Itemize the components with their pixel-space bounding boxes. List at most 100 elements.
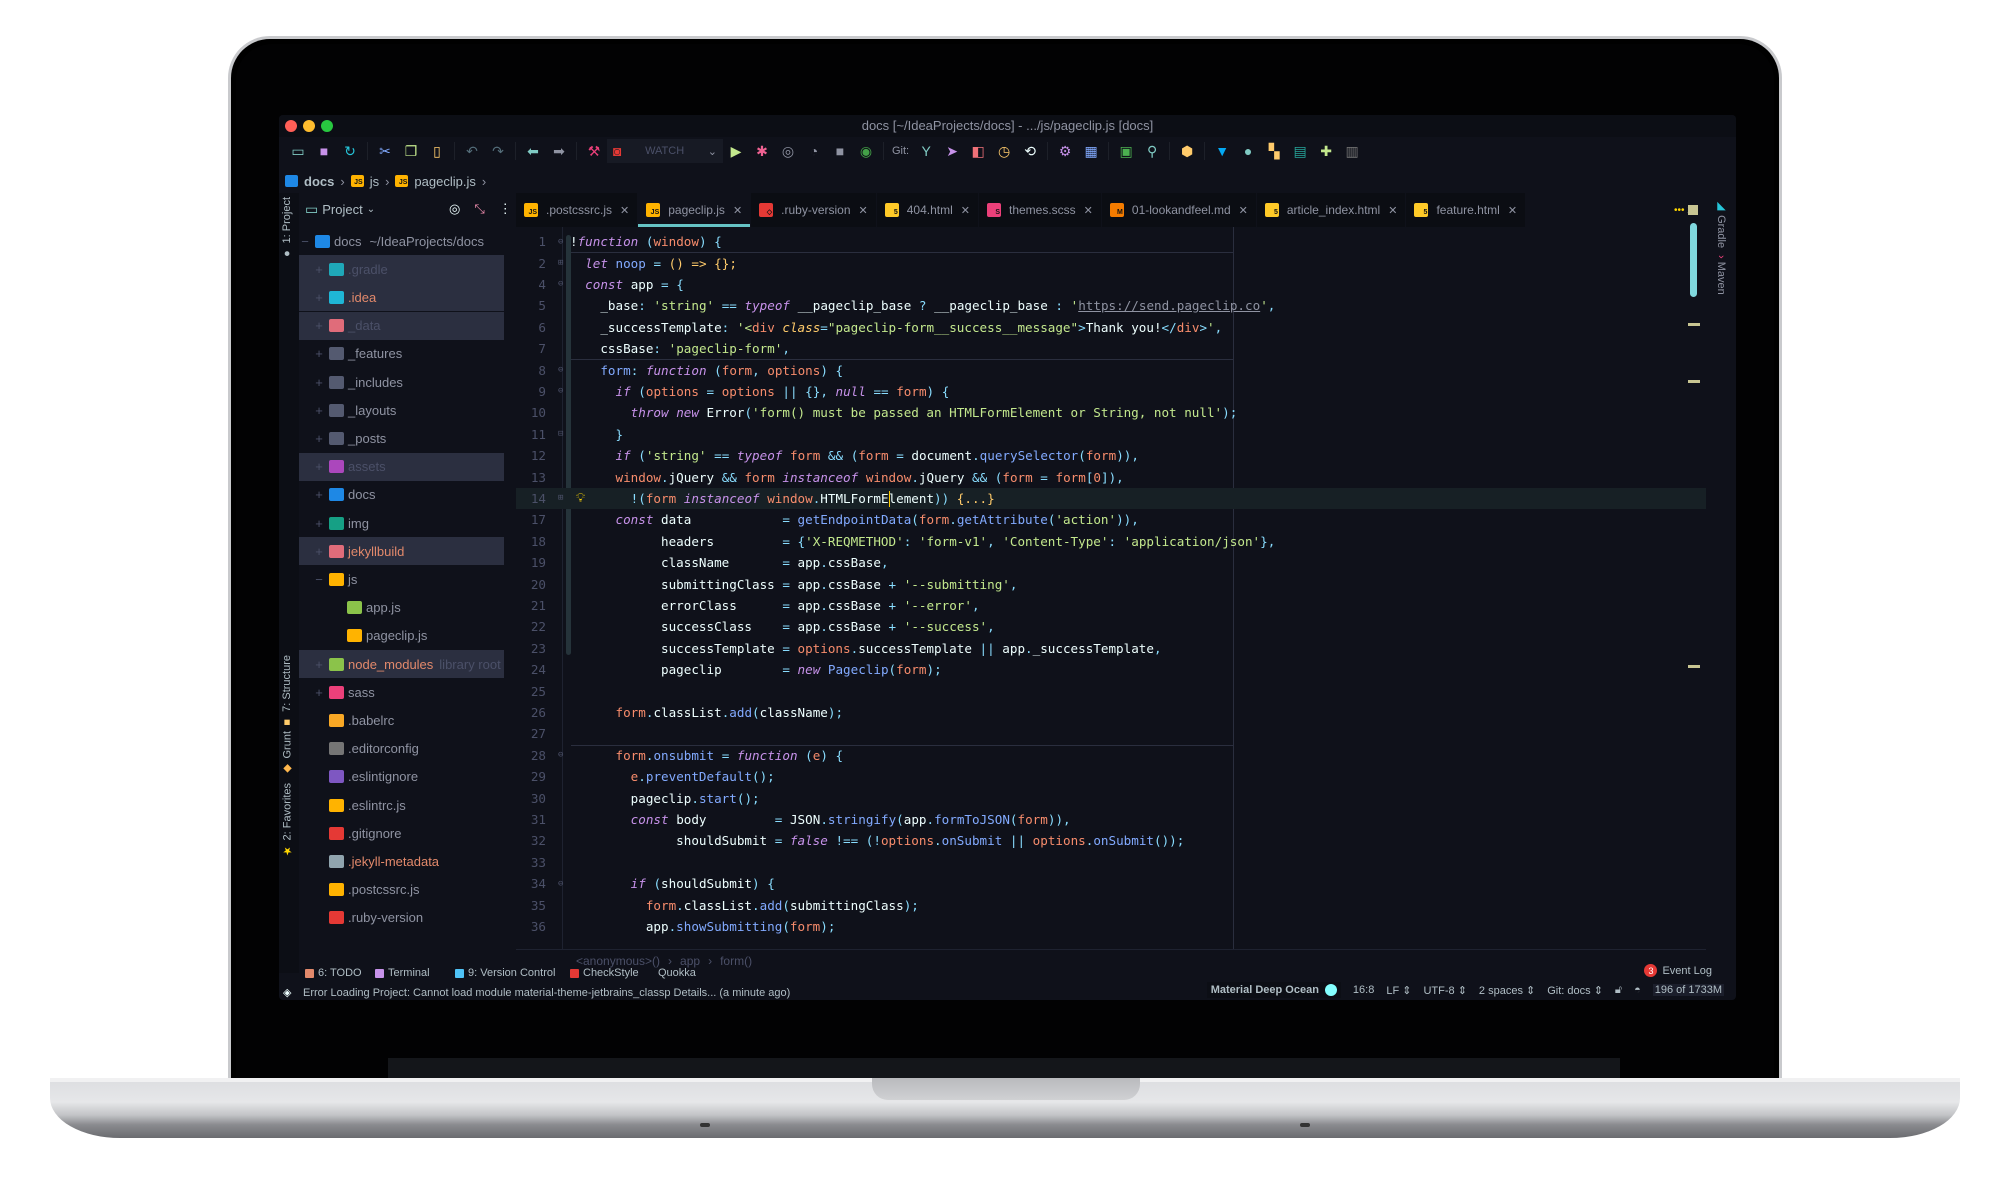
- expand-icon[interactable]: +: [313, 262, 325, 277]
- breadcrumb-item[interactable]: js: [370, 174, 379, 189]
- code-line[interactable]: 4 ⊖ const app = {: [516, 274, 1706, 295]
- warning-marker[interactable]: [1688, 323, 1700, 326]
- close-tab-icon[interactable]: ✕: [961, 204, 970, 217]
- theme-indicator[interactable]: Material Deep Ocean: [1206, 982, 1341, 998]
- inspection-status-icon[interactable]: [1688, 205, 1698, 215]
- vcs-update-icon[interactable]: Y: [913, 140, 939, 162]
- warning-marker[interactable]: [1688, 380, 1700, 383]
- run-icon[interactable]: ▶: [723, 140, 749, 162]
- tool-tab-project[interactable]: ● 1: Project: [281, 197, 293, 259]
- fold-marker-icon[interactable]: ⊖: [558, 237, 563, 247]
- tool-tab-structure[interactable]: ■ 7: Structure: [281, 655, 293, 728]
- fold-marker-icon[interactable]: ⊖: [558, 279, 563, 289]
- expand-icon[interactable]: +: [313, 431, 325, 446]
- indent-select[interactable]: 2 spaces ⇕: [1479, 984, 1535, 997]
- code-crumb-item[interactable]: <anonymous>(): [576, 954, 660, 968]
- close-tab-icon[interactable]: ✕: [1239, 204, 1248, 217]
- code-line[interactable]: 35 form.classList.add(submittingClass);: [516, 894, 1706, 915]
- layers-icon[interactable]: ◈: [283, 986, 291, 999]
- redo-icon[interactable]: ↷: [485, 140, 511, 162]
- close-window-button[interactable]: [285, 120, 297, 132]
- close-tab-icon[interactable]: ✕: [1388, 204, 1397, 217]
- encoding-select[interactable]: UTF-8 ⇕: [1423, 984, 1466, 997]
- tree-item[interactable]: + _layouts: [299, 396, 504, 424]
- code-line[interactable]: 1 ⊖ !function (window) {: [516, 231, 1706, 252]
- caret-position[interactable]: 16:8: [1353, 984, 1374, 996]
- search-icon[interactable]: ⚲: [1139, 140, 1165, 162]
- vcs-compare-icon[interactable]: ◧: [965, 140, 991, 162]
- code-crumb-item[interactable]: form(): [720, 954, 752, 968]
- expand-icon[interactable]: +: [313, 516, 325, 531]
- fold-marker-icon[interactable]: ⊖: [558, 365, 563, 375]
- debug-icon[interactable]: ✱: [749, 140, 775, 162]
- settings-gear-icon[interactable]: ⚙: [1052, 140, 1078, 162]
- code-line[interactable]: 12 if ('string' == typeof form && (form …: [516, 445, 1706, 466]
- scratch-file-icon[interactable]: ▥: [1339, 140, 1365, 162]
- collapse-all-icon[interactable]: ⤡: [474, 201, 484, 217]
- fold-marker-icon[interactable]: ⊞: [558, 493, 563, 503]
- tree-item[interactable]: + docs: [299, 481, 504, 509]
- code-line[interactable]: 20 submittingClass = app.cssBase + '--su…: [516, 573, 1706, 594]
- status-message[interactable]: Error Loading Project: Cannot load modul…: [303, 987, 790, 999]
- code-line[interactable]: 29 e.preventDefault();: [516, 766, 1706, 787]
- tree-item[interactable]: − js: [299, 565, 504, 593]
- fold-marker-icon[interactable]: ⊖: [558, 386, 563, 396]
- database-icon[interactable]: ●: [1235, 140, 1261, 162]
- code-line[interactable]: 22 successClass = app.cssBase + '--succe…: [516, 616, 1706, 637]
- tree-item[interactable]: + img: [299, 509, 504, 537]
- editor-scrollbar-thumb[interactable]: [1690, 223, 1697, 297]
- coverage-icon[interactable]: ◉: [853, 140, 879, 162]
- chevron-down-icon[interactable]: ⌄: [367, 204, 375, 215]
- more-options-icon[interactable]: ⋮: [499, 201, 512, 217]
- code-line[interactable]: 23 successTemplate = options.successTemp…: [516, 638, 1706, 659]
- vue-icon[interactable]: ▼: [1209, 140, 1235, 162]
- save-icon[interactable]: ■: [311, 140, 337, 162]
- expand-icon[interactable]: +: [313, 290, 325, 305]
- editor-tab[interactable]: 5 article_index.html ✕: [1256, 193, 1407, 227]
- tree-item[interactable]: .eslintrc.js: [299, 791, 504, 819]
- editor-tab[interactable]: 5 feature.html ✕: [1406, 193, 1527, 227]
- expand-icon[interactable]: +: [313, 375, 325, 390]
- plugins-puzzle-icon[interactable]: ✚: [1313, 140, 1339, 162]
- editor-tab[interactable]: ◇ .ruby-version ✕: [751, 193, 877, 227]
- code-line[interactable]: 25: [516, 680, 1706, 701]
- undo-icon[interactable]: ↶: [459, 140, 485, 162]
- code-line[interactable]: 32 shouldSubmit = false !== (!options.on…: [516, 830, 1706, 851]
- tree-item[interactable]: .gitignore: [299, 819, 504, 847]
- git-branch-select[interactable]: Git: docs ⇕: [1547, 984, 1603, 997]
- code-line[interactable]: 31 const body = JSON.stringify(app.formT…: [516, 809, 1706, 830]
- inspector-icon[interactable]: ◓: [1634, 984, 1641, 996]
- code-line[interactable]: 36 app.showSubmitting(form);: [516, 916, 1706, 937]
- line-ending-select[interactable]: LF ⇕: [1386, 984, 1411, 997]
- code-line[interactable]: 17 const data = getEndpointData(form.get…: [516, 509, 1706, 530]
- lock-icon[interactable]: 🔓︎: [1615, 984, 1622, 997]
- tree-root[interactable]: − docs ~/IdeaProjects/docs: [299, 227, 504, 255]
- tree-item[interactable]: + _includes: [299, 368, 504, 396]
- close-tab-icon[interactable]: ✕: [1084, 204, 1093, 217]
- collapse-icon[interactable]: −: [313, 572, 325, 587]
- vcs-rollback-icon[interactable]: ⟲: [1017, 140, 1043, 162]
- code-line[interactable]: 33: [516, 852, 1706, 873]
- tool-tab-grunt[interactable]: ◆ Grunt: [281, 731, 295, 776]
- code-line[interactable]: 18 headers = {'X-REQMETHOD': 'form-v1', …: [516, 531, 1706, 552]
- vcs-history-icon[interactable]: ◷: [991, 140, 1017, 162]
- vcs-push-icon[interactable]: ➤: [939, 140, 965, 162]
- code-line[interactable]: 28 ⊖ form.onsubmit = function (e) {: [516, 745, 1706, 766]
- project-structure-icon[interactable]: ▦: [1078, 140, 1104, 162]
- layout-icon[interactable]: ▚: [1261, 140, 1287, 162]
- tool-tab-maven[interactable]: › Maven: [1715, 255, 1727, 295]
- expand-icon[interactable]: +: [313, 403, 325, 418]
- forward-icon[interactable]: ➡: [546, 140, 572, 162]
- code-line[interactable]: 24 pageclip = new Pageclip(form);: [516, 659, 1706, 680]
- editor-tab[interactable]: 5 404.html ✕: [876, 193, 979, 227]
- code-line[interactable]: 34 ⊖ if (shouldSubmit) {: [516, 873, 1706, 894]
- expand-icon[interactable]: +: [313, 657, 325, 672]
- code-line[interactable]: 14 ⊞ 💡︎ !(form instanceof window.HTMLFormE…: [516, 487, 1706, 510]
- breadcrumb-item[interactable]: pageclip.js: [414, 174, 475, 189]
- tree-item[interactable]: + sass: [299, 678, 504, 706]
- terminal-icon[interactable]: ▣: [1113, 140, 1139, 162]
- close-tab-icon[interactable]: ✕: [733, 204, 742, 217]
- expand-icon[interactable]: +: [313, 459, 325, 474]
- code-line[interactable]: 11 ⊟ }: [516, 424, 1706, 445]
- code-line[interactable]: 6 _successTemplate: '<div class="pagecli…: [516, 317, 1706, 338]
